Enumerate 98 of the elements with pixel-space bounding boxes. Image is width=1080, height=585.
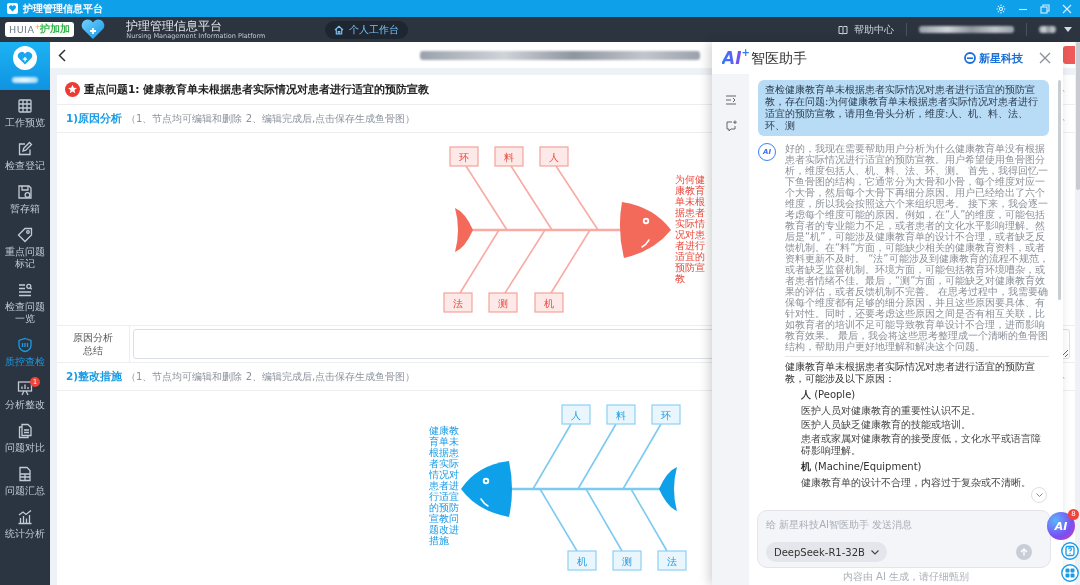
save-icon xyxy=(17,184,33,200)
caret-down-icon[interactable] xyxy=(1064,27,1072,32)
chevron-down-icon xyxy=(870,549,879,555)
heart-icon xyxy=(80,19,107,40)
sidebar-item[interactable]: 问题对比 xyxy=(0,417,50,460)
sidebar-toggle-icon[interactable] xyxy=(724,94,737,106)
fishbone-node[interactable]: 环 xyxy=(449,146,479,167)
fishbone-node[interactable]: 料 xyxy=(494,146,524,167)
bone-line xyxy=(465,165,508,231)
sidebar-item[interactable]: 检查登记 xyxy=(0,135,50,178)
partner-logo: 新星科技 xyxy=(964,50,1023,66)
sidebar-item[interactable]: 重点问题标记 xyxy=(0,221,50,276)
sidebar-item[interactable]: 问题汇总 xyxy=(0,460,50,503)
answer-item: 医护人员对健康教育的重要性认识不足。 xyxy=(801,405,982,417)
section-hint: （1、节点均可编辑和删除 2、编辑完成后,点击保存生成鱼骨图） xyxy=(126,111,416,126)
help-center-link[interactable]: 帮助中心 xyxy=(838,22,894,37)
reasoning-text: 好的，我现在需要帮助用户分析为什么健康教育单没有根据患者实际情况进行适宜的预防宣教。用户希望使用鱼骨图分析，维度包括人、机、料、法、环、测。 首先，我得回忆一下鱼骨图的结构，它通常分为大骨和小骨，每个维度对应一个大骨，然后每个大骨下再细分原因。用户已经给出了六个维度，所以我会按照这六个来组织思考。 接下来，我会逐一考虑每个维度可能的原因。例如，在“人”的维度，可能包括教育者的专业能力不足，或者患者的文化水平影响理解。然后是“机”，可能涉及健康教育单的设计不合理，或者缺乏反馈机制。在“料”方面，可能缺少相关的健康教育资料，或者资料更新不及时。 “法”可能涉及到健康教育的流程不规范，或者缺乏监督机制。环境方面，可能包括教育环境嘈杂，或者患者情绪不佳。最后，“测”方面，可能缺乏对健康教育效果的评估，或者反馈机制不完善。 在思考过程中，我需要确保每个维度都有足够的细分原因，并且这些原因要具体、有针对性。同时，还要考虑这些原因之间是否有相互关联，比如教育者的培训不足可能导致教育单设计不合理，进而影响教育效果。 最后，我会将这些思考整理成一个清晰的鱼骨图结构，帮助用户更好地理解和解决这个问题。 xyxy=(785,143,1049,352)
bone-line xyxy=(504,229,546,294)
chevron-down-icon xyxy=(1035,493,1043,497)
bone-line xyxy=(510,165,553,231)
bar-chart-icon xyxy=(17,509,33,525)
action-button[interactable] xyxy=(1063,46,1075,64)
star-icon xyxy=(65,82,80,97)
bone-line xyxy=(532,423,572,490)
bone-line xyxy=(577,423,617,490)
document-icon xyxy=(17,466,33,482)
category-heading: 机 (Machine/Equipment) xyxy=(801,461,923,473)
new-chat-icon[interactable] xyxy=(724,120,737,132)
close-icon[interactable] xyxy=(1039,52,1051,64)
answer-item: 医护人员缺乏健康教育的技能或培训。 xyxy=(801,419,972,431)
presentation-icon xyxy=(17,380,33,396)
scroll-down-button[interactable] xyxy=(1031,487,1047,503)
bone-line xyxy=(550,229,591,294)
bone-line xyxy=(459,229,500,294)
category-heading: 人 (People) xyxy=(801,389,857,401)
answer-text: 健康教育单未根据患者实际情况对患者进行适宜的预防宣教，可能涉及以下原因： xyxy=(785,361,1036,385)
list-search-icon xyxy=(17,282,33,298)
back-icon[interactable] xyxy=(58,48,66,62)
book-icon xyxy=(838,24,848,35)
shield-icon xyxy=(17,337,33,353)
sidebar-item[interactable]: 工作预览 xyxy=(0,92,50,135)
fishbone-node[interactable]: 料 xyxy=(606,404,636,425)
bone-line xyxy=(539,488,578,552)
scrollbar-thumb[interactable] xyxy=(1076,42,1080,190)
fishbone-node[interactable]: 法 xyxy=(657,550,687,571)
arrow-up-icon xyxy=(1020,548,1028,556)
sidebar-item[interactable]: 质控查检 xyxy=(0,331,50,374)
scrollbar-thumb[interactable] xyxy=(1058,80,1061,300)
answer-item: 患者或家属对健康教育的接受度低，文化水平或语言障碍影响理解。 xyxy=(801,433,1042,457)
bone-line xyxy=(555,165,599,231)
fishbone-node[interactable]: 测 xyxy=(488,292,518,313)
fish-tail xyxy=(455,208,473,252)
window-title: 护理管理信息平台 xyxy=(23,1,103,16)
fishbone-node[interactable]: 人 xyxy=(539,146,569,167)
bone-line xyxy=(622,423,662,490)
fishbone-node[interactable]: 机 xyxy=(567,550,597,571)
fishbone-node[interactable]: 人 xyxy=(561,404,591,425)
effect-text[interactable]: 健康教育单未根据患者实际情况对患者进行适宜的预防宣教问题改进措施 xyxy=(429,424,459,546)
redacted-block xyxy=(1039,26,1056,33)
fish-tail xyxy=(659,467,677,511)
fishbone-node[interactable]: 环 xyxy=(651,404,681,425)
fishbone-node[interactable]: 法 xyxy=(443,292,473,313)
app-icon xyxy=(7,3,18,14)
settings-icon[interactable] xyxy=(996,3,1006,14)
summary-label: 原因分析总结 xyxy=(72,331,114,357)
message-input[interactable]: 给 新星科技AI智医助手 发送消息 DeepSeek-R1-32B xyxy=(757,510,1051,568)
bone-line xyxy=(630,488,668,552)
app-title: 护理管理信息平台 xyxy=(126,19,223,32)
documents-icon xyxy=(17,423,33,439)
restore-icon[interactable] xyxy=(1040,3,1050,14)
sidebar-item[interactable]: 检查问题一览 xyxy=(0,276,50,331)
assistant-title: AI+智医助手 xyxy=(722,48,807,68)
grid-icon[interactable] xyxy=(1061,564,1079,582)
effect-text[interactable]: 为何健康教育单未根据患者实际情况对患者进行适宜的预防宣教 xyxy=(675,174,705,284)
redacted-block xyxy=(12,77,38,83)
problem-title: 重点问题1: 健康教育单未根据患者实际情况对患者进行适宜的预防宣教 xyxy=(84,82,430,97)
tag-icon xyxy=(17,227,33,243)
fish-head xyxy=(461,461,512,517)
workspace-button[interactable]: 个人工作台 xyxy=(325,20,409,39)
disclaimer-text: 内容由 AI 生成，请仔细甄别 xyxy=(841,571,971,584)
sidebar-item[interactable]: 暂存箱 xyxy=(0,178,50,221)
user-message: 查检健康教育单未根据患者实际情况对患者进行适宜的预防宣教，存在问题:为何健康教育单未根据患者实际情况对患者进行适宜的预防宣教，请用鱼骨头分析，维度:人、机、料、法、环、测 xyxy=(758,80,1049,136)
fishbone-node[interactable]: 测 xyxy=(612,550,642,571)
sidebar-item[interactable]: 统计分析 xyxy=(0,503,50,546)
table-icon xyxy=(17,98,33,114)
edit-icon xyxy=(17,141,33,157)
help-icon[interactable] xyxy=(1061,542,1079,560)
send-button[interactable] xyxy=(1016,544,1032,560)
answer-item: 健康教育单的设计不合理，内容过于复杂或不清晰。 xyxy=(801,477,1032,489)
ring-logo-icon xyxy=(964,52,976,64)
bone-line xyxy=(585,488,623,552)
section-title: 1)原因分析 xyxy=(66,111,123,126)
model-select[interactable]: DeepSeek-R1-32B xyxy=(766,542,887,562)
section-hint: （1、节点均可编辑和删除 2、编辑完成后,点击保存生成鱼骨图） xyxy=(126,369,416,384)
fishbone-node[interactable]: 机 xyxy=(534,292,564,313)
section-title: 2)整改措施 xyxy=(66,369,123,384)
home-icon xyxy=(334,24,345,35)
fish-head xyxy=(619,202,671,258)
